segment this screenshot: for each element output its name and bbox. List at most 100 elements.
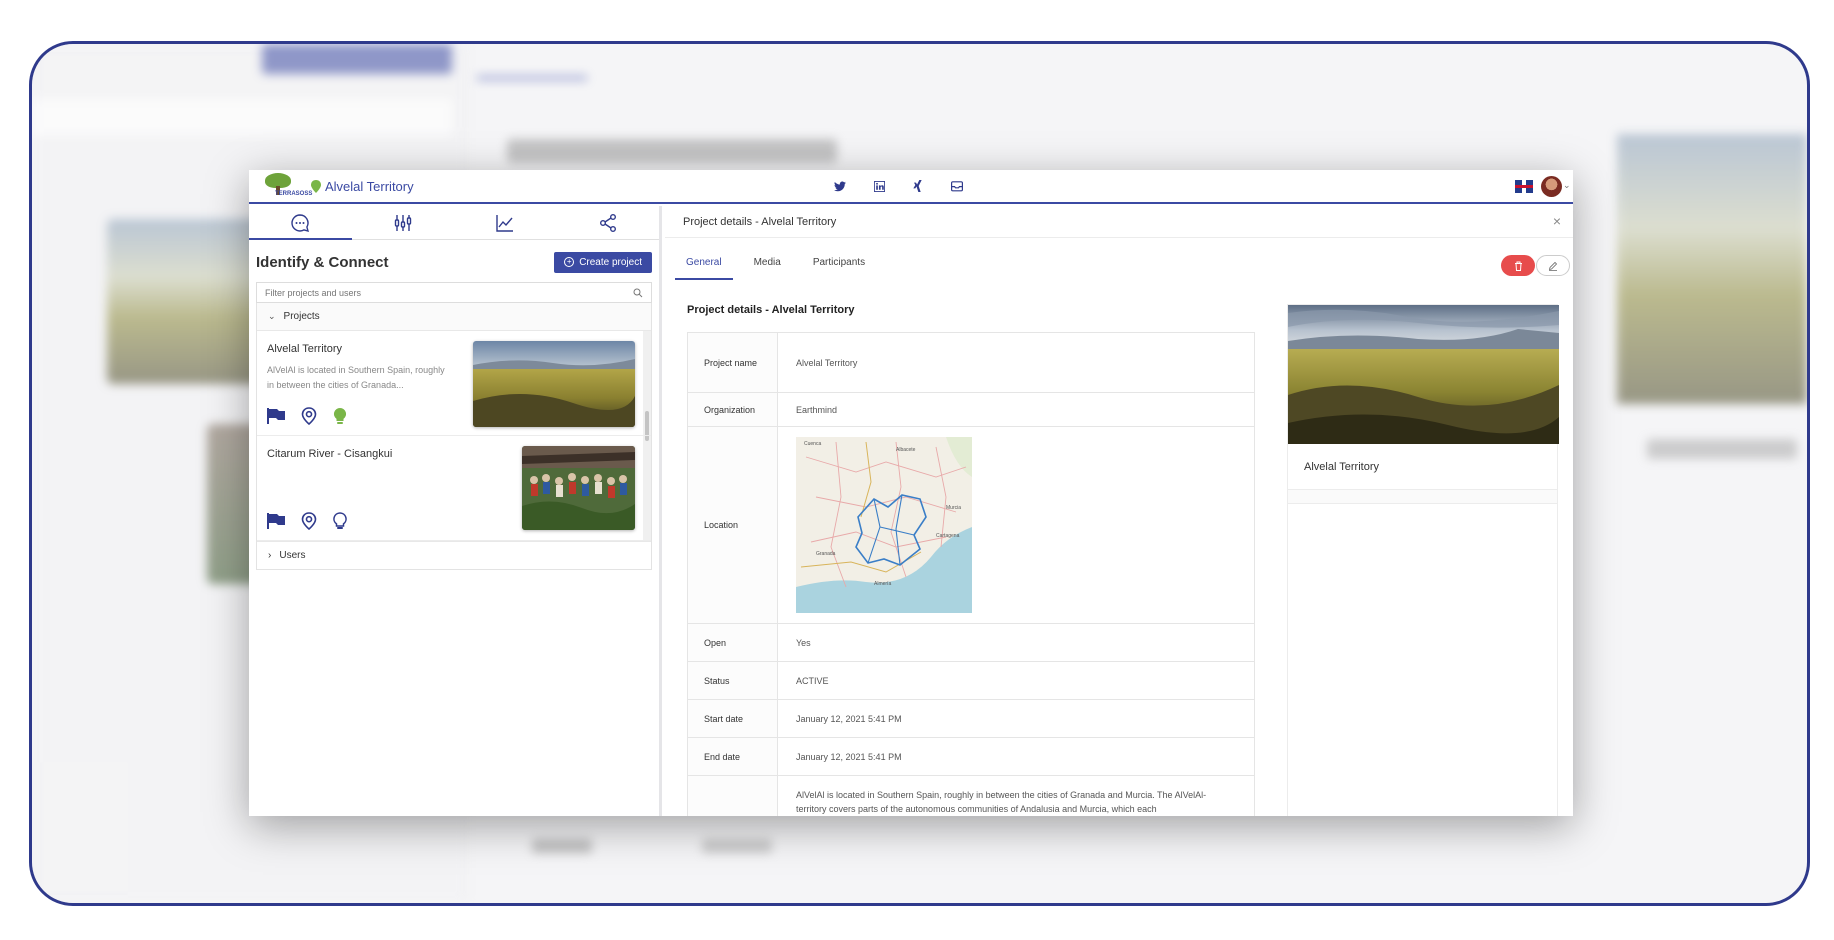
svg-text:Granada: Granada [816,551,836,557]
table-row: Project name Alvelal Territory [688,333,1254,393]
end-date-value: January 12, 2021 5:41 PM [796,751,902,762]
share-icon [599,213,616,232]
language-flag-icon[interactable] [1515,180,1533,193]
svg-text:Cuenca: Cuenca [804,441,821,447]
filter-input[interactable] [265,287,595,298]
search-icon[interactable] [633,288,643,298]
row-label: Location [688,427,778,623]
trash-icon [1514,261,1522,271]
start-date-value: January 12, 2021 5:41 PM [796,713,902,724]
project-list: Alvelal Territory AlVelAl is located in … [257,331,651,541]
project-icons [267,512,347,530]
chevron-right-icon: › [268,550,272,561]
sliders-icon [394,214,411,231]
projects-section-toggle[interactable]: ⌄ Projects [257,303,651,331]
user-avatar[interactable] [1541,176,1562,197]
table-row: Open Yes [688,624,1254,662]
edit-button[interactable] [1536,255,1570,276]
row-label: End date [688,738,778,775]
row-label: Open [688,624,778,661]
panel-title: Identify & Connect [256,253,389,271]
lightbulb-outline-icon[interactable] [333,512,347,530]
open-value: Yes [796,637,811,648]
projects-section: ⌄ Projects Alvelal Territory AlVelAl is … [256,303,652,570]
table-row: AlVelAl is located in Southern Spain, ro… [688,776,1254,816]
details-tabs: General Media Participants [675,252,886,280]
tab-media[interactable]: Media [743,252,792,280]
social-links [832,178,965,194]
list-item[interactable]: Alvelal Territory AlVelAl is located in … [257,331,651,436]
tab-sliders[interactable] [352,206,455,239]
table-row: End date January 12, 2021 5:41 PM [688,738,1254,776]
project-name-value: Alvelal Territory [796,357,858,368]
app-window: TERRASOSS Alvelal Territory ⌄ Identify &… [249,170,1573,816]
app-logo[interactable]: TERRASOSS [263,173,312,201]
project-details-panel: Project details - Alvelal Territory × Ge… [665,206,1573,816]
chevron-down-icon: ⌄ [268,311,276,321]
description-value: AlVelAl is located in Southern Spain, ro… [796,790,1207,814]
create-project-label: Create project [579,256,642,268]
top-bar: TERRASOSS Alvelal Territory ⌄ [249,170,1573,204]
row-label: Project name [688,333,778,392]
create-project-button[interactable]: + Create project [554,251,652,273]
tab-share[interactable] [557,206,660,239]
users-section-toggle[interactable]: › Users [257,541,651,569]
table-row: Status ACTIVE [688,662,1254,700]
svg-text:Murcia: Murcia [946,505,961,511]
row-label: Organization [688,393,778,426]
list-item[interactable]: Citarum River - Cisangkui [257,436,651,541]
table-row: Organization Earthmind [688,393,1254,427]
xing-icon[interactable] [910,178,926,194]
identify-connect-header: Identify & Connect + Create project [249,242,659,282]
details-header: Project details - Alvelal Territory [665,206,1573,238]
svg-text:Albacete: Albacete [896,447,916,453]
flag-icon[interactable] [267,408,285,424]
linkedin-icon[interactable] [871,178,887,194]
project-icons [267,407,347,425]
mail-icon[interactable] [949,178,965,194]
project-image-card: Alvelal Territory [1287,304,1559,816]
status-value: ACTIVE [796,675,829,686]
users-section-label: Users [279,550,306,561]
chat-icon [291,213,310,232]
chart-icon [496,214,514,232]
flag-icon[interactable] [267,513,285,529]
tab-general[interactable]: General [675,252,733,280]
tab-chart[interactable] [454,206,557,239]
table-row: Location Cuenca Albacete Murcia Cartagen… [688,427,1254,624]
details-table: Project name Alvelal Territory Organizat… [687,332,1255,816]
table-row: Start date January 12, 2021 5:41 PM [688,700,1254,738]
location-icon[interactable] [301,512,317,530]
row-label: Status [688,662,778,699]
plus-circle-icon: + [564,257,575,267]
app-title: Alvelal Territory [325,179,414,194]
location-icon[interactable] [301,407,317,425]
location-map[interactable]: Cuenca Albacete Murcia Cartagena Granada… [796,437,972,613]
organization-value: Earthmind [796,404,838,415]
left-panel-tabs [249,206,659,240]
delete-button[interactable] [1501,255,1535,276]
close-icon[interactable]: × [1553,213,1561,229]
lightbulb-icon[interactable] [333,407,347,425]
twitter-icon[interactable] [832,178,848,194]
location-value: Cuenca Albacete Murcia Cartagena Granada… [778,427,1254,623]
project-thumbnail[interactable] [522,446,635,530]
left-panel: Identify & Connect + Create project ⌄ Pr… [249,206,662,816]
content-title: Project details - Alvelal Territory [687,304,855,316]
card-caption: Alvelal Territory [1288,444,1557,490]
location-pin-icon [311,180,321,193]
svg-text:Cartagena: Cartagena [936,533,960,539]
project-thumbnail[interactable] [473,341,635,427]
pencil-icon [1548,261,1558,271]
tab-participants[interactable]: Participants [802,252,876,280]
card-footer [1288,490,1557,504]
row-label: Start date [688,700,778,737]
projects-section-label: Projects [283,311,320,322]
row-label [688,776,778,816]
tab-chat[interactable] [249,206,352,240]
project-description: AlVelAl is located in Southern Spain, ro… [267,365,445,390]
filter-box [256,282,652,303]
svg-text:Almería: Almería [874,581,891,587]
chevron-down-icon[interactable]: ⌄ [1563,180,1571,191]
project-image[interactable] [1288,305,1559,444]
